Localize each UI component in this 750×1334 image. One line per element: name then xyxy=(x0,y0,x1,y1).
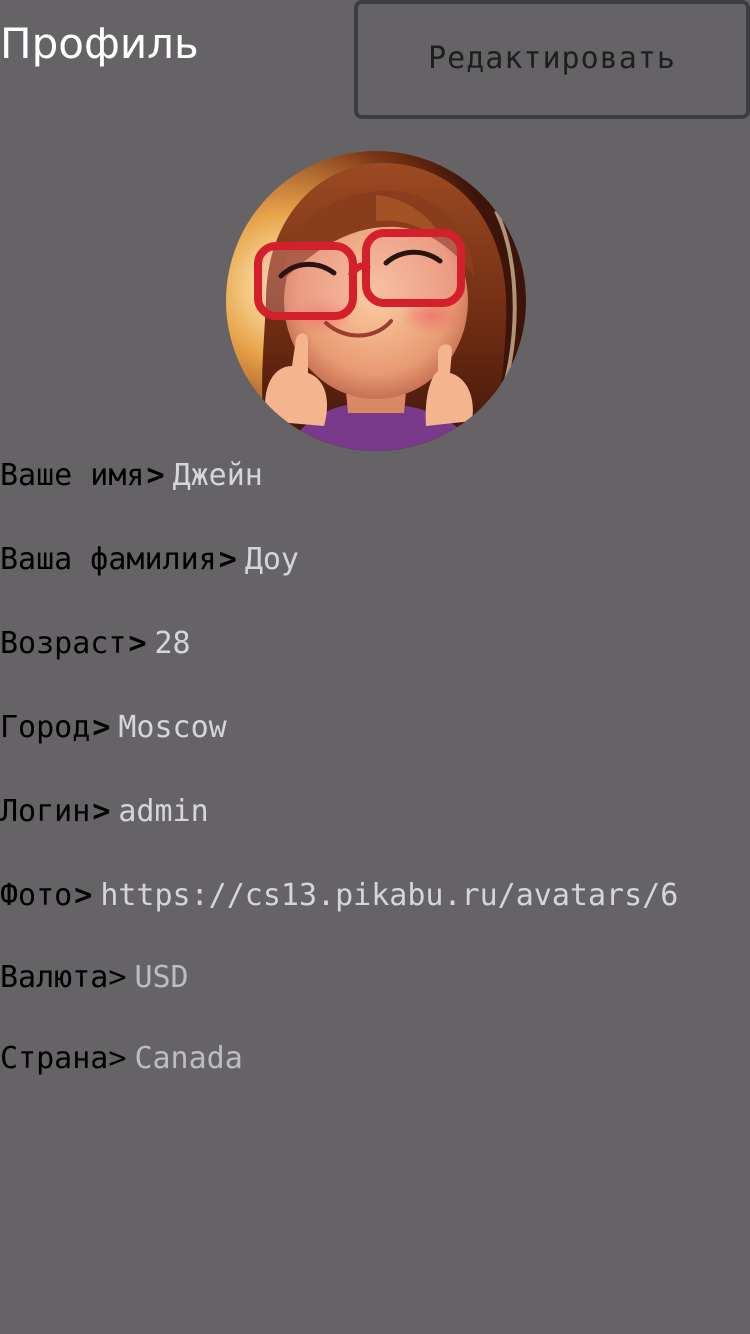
field-separator: > xyxy=(128,626,147,661)
field-last-name: Ваша фамилия> Доу xyxy=(0,540,299,580)
field-separator: > xyxy=(92,794,111,829)
edit-button[interactable]: Редактировать xyxy=(354,0,750,119)
field-separator: > xyxy=(74,878,93,913)
field-value: USD xyxy=(134,960,189,995)
field-age: Возраст> 28 xyxy=(0,624,191,664)
field-separator: > xyxy=(108,960,127,995)
field-separator: > xyxy=(218,542,237,577)
field-value: 28 xyxy=(154,626,191,661)
field-label: Валюта xyxy=(0,960,109,995)
field-value: https://cs13.pikabu.ru/avatars/6 xyxy=(100,878,679,913)
avatar xyxy=(226,151,526,451)
field-label: Страна xyxy=(0,1041,109,1076)
field-value: Moscow xyxy=(118,710,227,745)
field-photo: Фото> https://cs13.pikabu.ru/avatars/6 xyxy=(0,876,678,916)
field-country: Страна> Canada xyxy=(0,1039,243,1079)
field-label: Фото xyxy=(0,878,73,913)
field-value: Джейн xyxy=(172,458,263,493)
field-separator: > xyxy=(92,710,111,745)
field-city: Город> Moscow xyxy=(0,708,227,748)
field-label: Логин xyxy=(0,794,91,829)
field-label: Ваше имя xyxy=(0,458,145,493)
field-label: Ваша фамилия xyxy=(0,542,217,577)
field-value: Доу xyxy=(244,542,299,577)
field-separator: > xyxy=(108,1041,127,1076)
field-value: Canada xyxy=(134,1041,243,1076)
field-label: Возраст xyxy=(0,626,127,661)
field-label: Город xyxy=(0,710,91,745)
field-separator: > xyxy=(146,458,165,493)
field-currency: Валюта> USD xyxy=(0,958,189,998)
page-title: Профиль xyxy=(0,19,199,68)
avatar-illustration xyxy=(226,151,526,451)
field-login: Логин> admin xyxy=(0,792,209,832)
field-value: admin xyxy=(118,794,209,829)
field-first-name: Ваше имя> Джейн xyxy=(0,456,263,496)
